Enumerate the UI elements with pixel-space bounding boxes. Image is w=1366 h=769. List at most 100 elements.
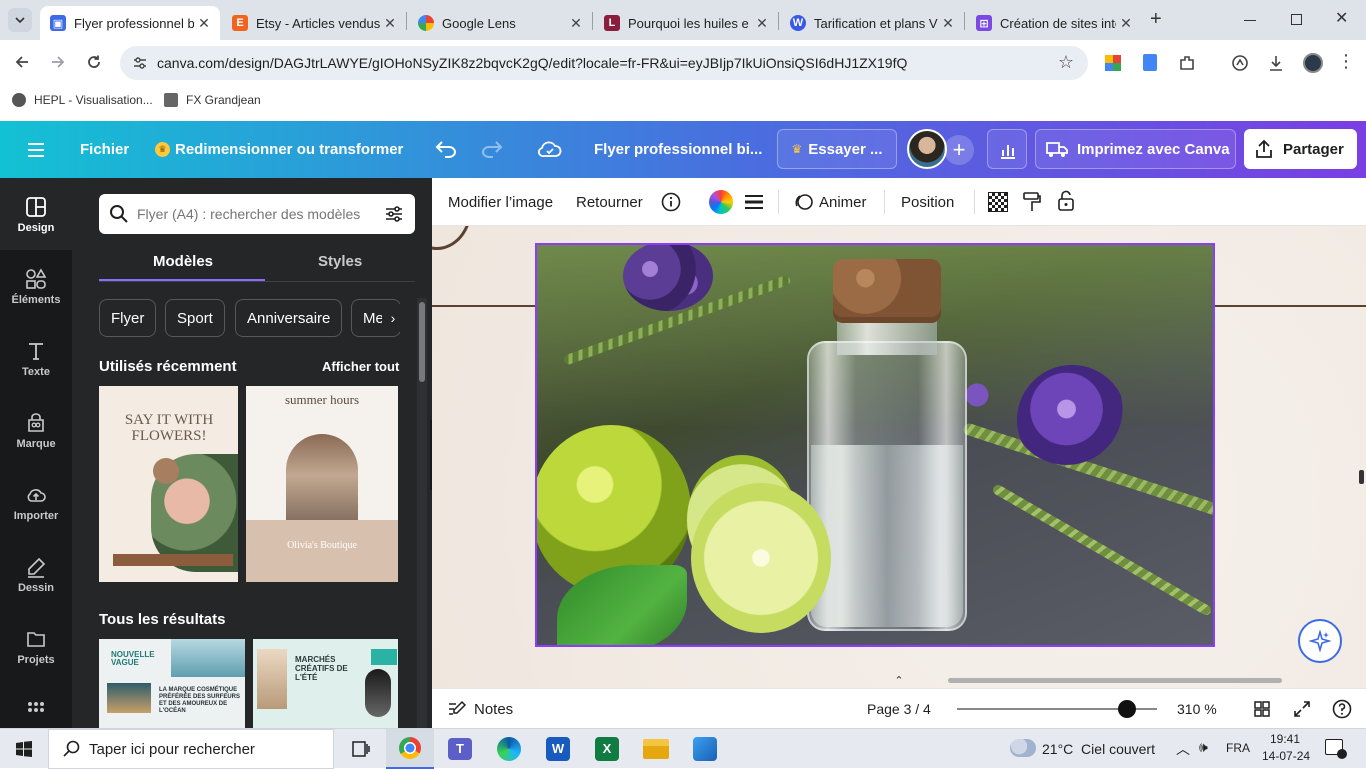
- rail-design[interactable]: Design: [0, 178, 72, 250]
- clock-time[interactable]: 19:41: [1270, 732, 1300, 746]
- rail-apps[interactable]: [0, 700, 72, 724]
- print-button[interactable]: Imprimez avec Canva: [1035, 129, 1236, 169]
- close-icon[interactable]: ✕: [938, 15, 958, 32]
- taskbar-search[interactable]: Taper ici pour rechercher: [48, 729, 334, 769]
- tab-huiles[interactable]: L Pourquoi les huiles e ✕: [594, 6, 778, 40]
- panel-scrollbar-thumb[interactable]: [419, 302, 425, 382]
- canvas-horizontal-scrollbar[interactable]: [948, 678, 1282, 683]
- profile-avatar[interactable]: [1303, 53, 1323, 73]
- bookmark-fx[interactable]: FX Grandjean: [164, 93, 261, 107]
- menu-kebab-icon[interactable]: ⋮: [1337, 52, 1355, 70]
- paint-roller-icon[interactable]: [1022, 191, 1042, 213]
- fullscreen-icon[interactable]: [1293, 700, 1311, 718]
- tab-site-builder[interactable]: ⊞ Création de sites inte ✕: [966, 6, 1142, 40]
- design-title[interactable]: Flyer professionnel bi...: [594, 141, 762, 158]
- new-tab-button[interactable]: +: [1150, 8, 1162, 31]
- edge-app-icon[interactable]: [497, 737, 521, 761]
- reload-button[interactable]: [86, 54, 102, 74]
- rail-text[interactable]: Texte: [0, 340, 72, 378]
- site-info-icon[interactable]: [132, 55, 148, 71]
- task-view-icon[interactable]: [350, 740, 370, 758]
- close-icon[interactable]: ✕: [1116, 15, 1136, 32]
- close-icon[interactable]: ✕: [752, 15, 772, 32]
- tab-canva[interactable]: ▣ Flyer professionnel bi ✕: [40, 6, 220, 40]
- position-button[interactable]: Position: [901, 194, 954, 211]
- grid-view-icon[interactable]: [1253, 700, 1271, 718]
- invite-button[interactable]: +: [944, 135, 974, 165]
- star-icon[interactable]: ☆: [1058, 52, 1074, 73]
- zoom-slider[interactable]: [957, 700, 1157, 718]
- animate-button[interactable]: Animer: [794, 192, 867, 212]
- zoom-slider-thumb[interactable]: [1118, 700, 1136, 718]
- close-icon[interactable]: ✕: [566, 15, 586, 32]
- undo-icon[interactable]: [435, 140, 457, 158]
- extensions-puzzle-icon[interactable]: [1178, 54, 1196, 72]
- color-wheel-icon[interactable]: [709, 190, 733, 214]
- unlock-icon[interactable]: [1057, 190, 1075, 212]
- cloud-saved-icon[interactable]: [538, 139, 562, 159]
- rail-upload[interactable]: Importer: [0, 484, 72, 522]
- weather-icon[interactable]: [1010, 739, 1036, 757]
- performance-icon[interactable]: [1231, 54, 1249, 72]
- zoom-value[interactable]: 310 %: [1177, 701, 1217, 717]
- help-icon[interactable]: [1332, 699, 1352, 719]
- transparency-icon[interactable]: [988, 192, 1008, 212]
- rail-projects[interactable]: Projets: [0, 628, 72, 666]
- magic-assistant-button[interactable]: [1298, 619, 1342, 663]
- minimize-button[interactable]: [1244, 20, 1256, 21]
- file-explorer-app-icon[interactable]: [643, 739, 669, 759]
- close-icon[interactable]: ✕: [194, 15, 214, 32]
- template-search-input[interactable]: [137, 203, 377, 225]
- rail-draw[interactable]: Dessin: [0, 556, 72, 594]
- word-app-icon[interactable]: W: [546, 737, 570, 761]
- omnibox[interactable]: canva.com/design/DAGJtrLAWYE/gIOHoNSyZIK…: [120, 46, 1088, 80]
- template-card-marches[interactable]: MARCHÉS CRÉATIFS DE L'ÉTÉ: [253, 639, 398, 728]
- weather-text[interactable]: 21°C Ciel couvert: [1042, 741, 1155, 757]
- tab-models[interactable]: Modèles: [153, 253, 213, 270]
- filter-sliders-icon[interactable]: [384, 204, 404, 224]
- clock-date[interactable]: 14-07-24: [1262, 749, 1310, 763]
- close-icon[interactable]: ✕: [380, 15, 400, 32]
- info-icon[interactable]: [661, 192, 681, 212]
- forward-button[interactable]: [50, 54, 66, 74]
- canvas-vertical-scrollbar[interactable]: [1359, 470, 1364, 484]
- teams-app-icon[interactable]: T: [448, 738, 472, 760]
- tab-search-button[interactable]: [8, 8, 32, 32]
- canvas-stage[interactable]: ⌃: [432, 226, 1366, 688]
- extension-doc-icon[interactable]: [1143, 54, 1157, 71]
- template-card-flowers[interactable]: SAY IT WITH FLOWERS!: [99, 386, 238, 582]
- template-card-nouvelle-vague[interactable]: NOUVELLE VAGUE LA MARQUE COSMÉTIQUE PRÉF…: [99, 639, 245, 728]
- close-window-button[interactable]: ✕: [1335, 8, 1348, 28]
- bookmark-hepl[interactable]: HEPL - Visualisation...: [12, 93, 153, 107]
- flip-button[interactable]: Retourner: [576, 194, 643, 211]
- chip-flyer[interactable]: Flyer: [99, 299, 157, 337]
- template-card-summer[interactable]: summer hours Olivia's Boutique: [246, 386, 398, 582]
- try-pro-button[interactable]: ♛ Essayer ...: [777, 129, 897, 169]
- volume-icon[interactable]: 🕪: [1199, 739, 1208, 756]
- selected-image[interactable]: [535, 243, 1215, 647]
- photos-app-icon[interactable]: [693, 737, 717, 761]
- insights-button[interactable]: [987, 129, 1027, 169]
- hamburger-menu-icon[interactable]: [27, 142, 45, 158]
- notes-button[interactable]: Notes: [447, 700, 513, 718]
- tab-google-lens[interactable]: Google Lens ✕: [408, 6, 592, 40]
- tab-etsy[interactable]: E Etsy - Articles vendus ✕: [222, 6, 406, 40]
- chrome-app-icon[interactable]: [386, 729, 434, 769]
- chip-sport[interactable]: Sport: [165, 299, 225, 337]
- redo-icon[interactable]: [481, 140, 503, 158]
- language-indicator[interactable]: FRA: [1226, 741, 1250, 755]
- share-button[interactable]: Partager: [1244, 129, 1357, 169]
- rail-elements[interactable]: Éléments: [0, 268, 72, 306]
- panel-scrollbar[interactable]: [417, 298, 427, 728]
- border-weight-icon[interactable]: [744, 192, 764, 212]
- excel-app-icon[interactable]: X: [595, 737, 619, 761]
- back-button[interactable]: [14, 54, 30, 74]
- resize-button[interactable]: ♛ Redimensionner ou transformer: [155, 141, 403, 158]
- rail-brand[interactable]: Marque: [0, 412, 72, 450]
- tray-chevron-up-icon[interactable]: ︿: [1176, 739, 1190, 759]
- chip-anniversaire[interactable]: Anniversaire: [235, 299, 343, 337]
- pages-expand-chevron[interactable]: ⌃: [892, 674, 906, 688]
- windows-start-icon[interactable]: [16, 741, 32, 757]
- user-avatar[interactable]: [907, 129, 947, 169]
- chips-scroll-right-button[interactable]: ›: [382, 304, 404, 332]
